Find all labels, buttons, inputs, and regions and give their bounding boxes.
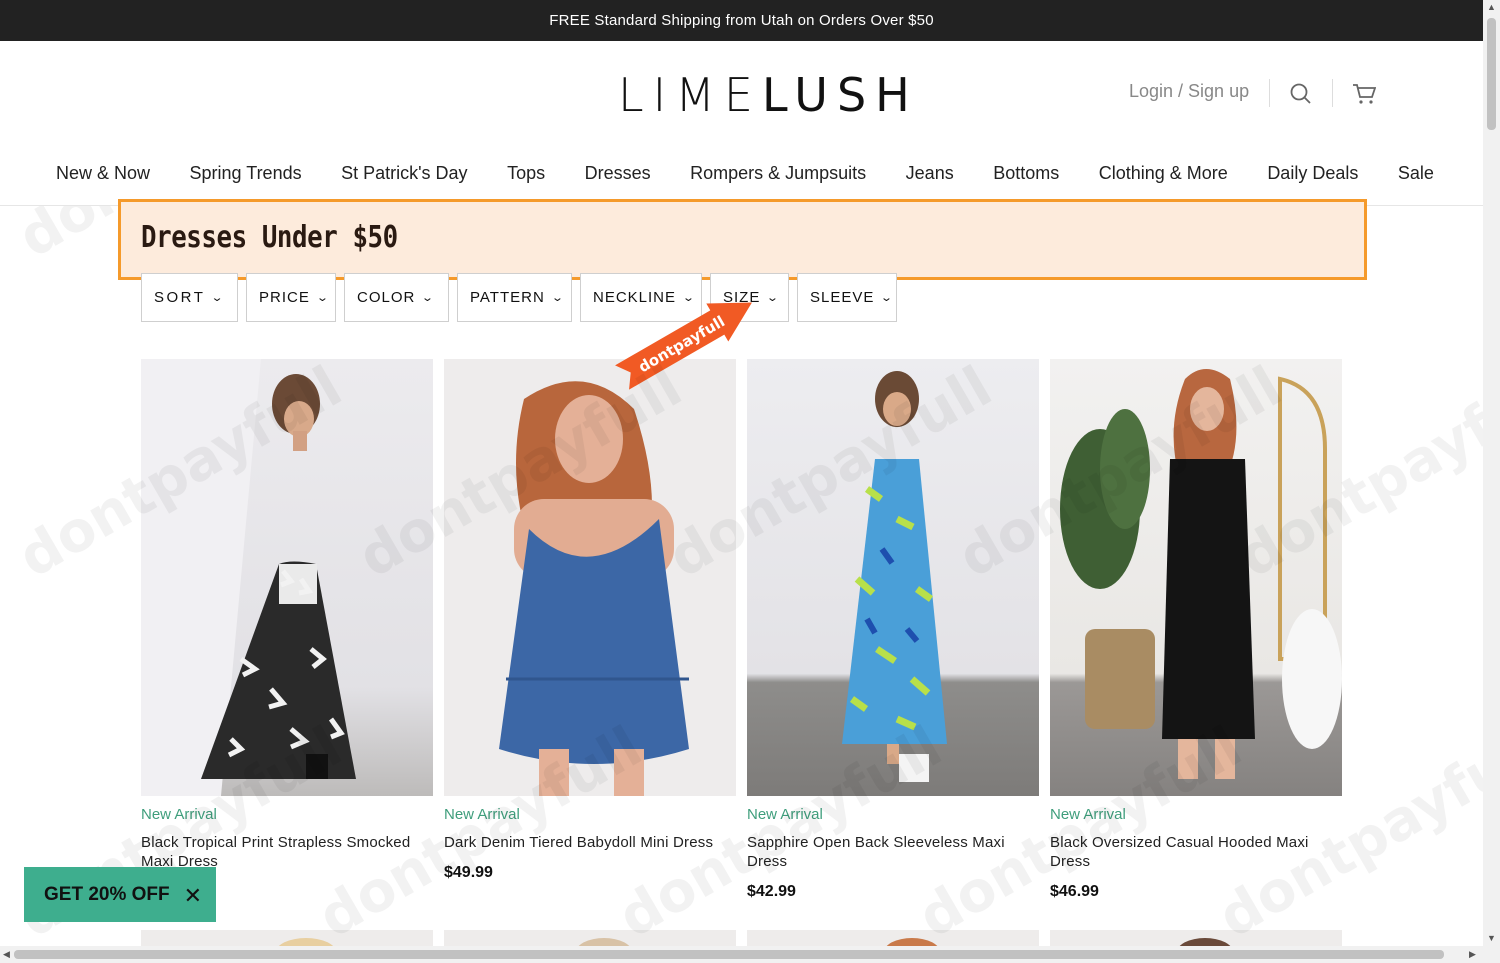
product-image[interactable] bbox=[747, 359, 1039, 796]
nav-item-dresses[interactable]: Dresses bbox=[585, 163, 651, 184]
product-image[interactable] bbox=[1050, 359, 1342, 796]
filter-sort[interactable]: SORT ⌄ bbox=[141, 273, 238, 322]
nav-item-tops[interactable]: Tops bbox=[507, 163, 545, 184]
scroll-up-icon[interactable]: ▲ bbox=[1487, 2, 1496, 12]
chevron-down-icon: ⌄ bbox=[550, 292, 566, 304]
scrollbar-thumb[interactable] bbox=[14, 950, 1444, 959]
announcement-bar: FREE Standard Shipping from Utah on Orde… bbox=[0, 0, 1483, 41]
product-price: $46.99 bbox=[1050, 883, 1099, 900]
filter-pattern[interactable]: PATTERN ⌄ bbox=[457, 273, 572, 322]
filter-bar: SORT ⌄ PRICE ⌄ COLOR ⌄ PATTERN ⌄ NECKLINE ⌄ S… bbox=[141, 273, 897, 322]
close-icon[interactable]: ✕ bbox=[184, 883, 202, 909]
search-icon[interactable] bbox=[1288, 81, 1314, 107]
nav-item-bottoms[interactable]: Bottoms bbox=[993, 163, 1059, 184]
chevron-down-icon: ⌄ bbox=[681, 292, 697, 304]
chevron-down-icon: ⌄ bbox=[421, 292, 436, 304]
chevron-down-icon: ⌄ bbox=[315, 292, 331, 304]
product-price: $49.99 bbox=[444, 864, 493, 881]
product-name[interactable]: Black Oversized Casual Hooded Maxi Dress bbox=[1050, 833, 1342, 871]
discount-popup-button[interactable]: GET 20% OFF ✕ bbox=[24, 867, 216, 922]
product-card[interactable]: New Arrival Dark Denim Tiered Babydoll M… bbox=[444, 359, 736, 901]
main-nav: New & Now Spring Trends St Patrick's Day… bbox=[56, 163, 1434, 184]
chevron-down-icon: ⌄ bbox=[211, 292, 228, 304]
promo-label: GET 20% OFF bbox=[44, 883, 170, 905]
product-name[interactable]: Black Tropical Print Strapless Smocked M… bbox=[141, 833, 433, 871]
divider bbox=[1269, 79, 1270, 107]
cart-icon[interactable] bbox=[1351, 81, 1377, 107]
product-card[interactable]: New Arrival Black Tropical Print Straple… bbox=[141, 359, 433, 901]
product-image[interactable] bbox=[141, 359, 433, 796]
scroll-right-icon[interactable]: ▶ bbox=[1469, 949, 1476, 960]
logo[interactable]: LIMELUSH bbox=[618, 69, 919, 121]
filter-neckline[interactable]: NECKLINE ⌄ bbox=[580, 273, 702, 322]
product-card[interactable]: New Arrival Black Oversized Casual Hoode… bbox=[1050, 359, 1342, 901]
product-badge: New Arrival bbox=[141, 806, 217, 823]
site-header: LIMELUSH Login / Sign up New & Now Sprin… bbox=[0, 41, 1483, 206]
product-card[interactable]: New Arrival Sapphire Open Back Sleeveles… bbox=[747, 359, 1039, 901]
nav-item-sale[interactable]: Sale bbox=[1398, 163, 1434, 184]
product-image[interactable] bbox=[444, 359, 736, 796]
nav-item-daily-deals[interactable]: Daily Deals bbox=[1267, 163, 1358, 184]
scrollbar-thumb[interactable] bbox=[1487, 18, 1496, 130]
scroll-down-icon[interactable]: ▼ bbox=[1487, 933, 1496, 943]
announcement-text: FREE Standard Shipping from Utah on Orde… bbox=[549, 12, 934, 29]
product-badge: New Arrival bbox=[444, 806, 520, 823]
product-grid: New Arrival Black Tropical Print Straple… bbox=[141, 359, 1342, 901]
chevron-down-icon: ⌄ bbox=[880, 292, 895, 304]
divider bbox=[1332, 79, 1333, 107]
product-name[interactable]: Dark Denim Tiered Babydoll Mini Dress bbox=[444, 833, 736, 852]
product-price: $42.99 bbox=[747, 883, 796, 900]
login-signup-link[interactable]: Login / Sign up bbox=[1129, 81, 1249, 102]
filter-sleeve[interactable]: SLEEVE ⌄ bbox=[797, 273, 897, 322]
nav-item-jeans[interactable]: Jeans bbox=[906, 163, 954, 184]
chevron-down-icon: ⌄ bbox=[766, 292, 781, 304]
product-badge: New Arrival bbox=[1050, 806, 1126, 823]
vertical-scrollbar[interactable]: ▲ ▼ bbox=[1483, 0, 1500, 963]
scroll-left-icon[interactable]: ◀ bbox=[3, 949, 10, 960]
nav-item-st-patricks-day[interactable]: St Patrick's Day bbox=[341, 163, 467, 184]
nav-item-new-now[interactable]: New & Now bbox=[56, 163, 150, 184]
filter-price[interactable]: PRICE ⌄ bbox=[246, 273, 336, 322]
horizontal-scrollbar[interactable]: ◀ ▶ bbox=[0, 946, 1483, 963]
nav-item-rompers-jumpsuits[interactable]: Rompers & Jumpsuits bbox=[690, 163, 866, 184]
nav-item-clothing-more[interactable]: Clothing & More bbox=[1099, 163, 1228, 184]
page-title: Dresses Under $50 bbox=[141, 220, 398, 255]
nav-item-spring-trends[interactable]: Spring Trends bbox=[190, 163, 302, 184]
product-badge: New Arrival bbox=[747, 806, 823, 823]
product-name[interactable]: Sapphire Open Back Sleeveless Maxi Dress bbox=[747, 833, 1039, 871]
filter-color[interactable]: COLOR ⌄ bbox=[344, 273, 449, 322]
